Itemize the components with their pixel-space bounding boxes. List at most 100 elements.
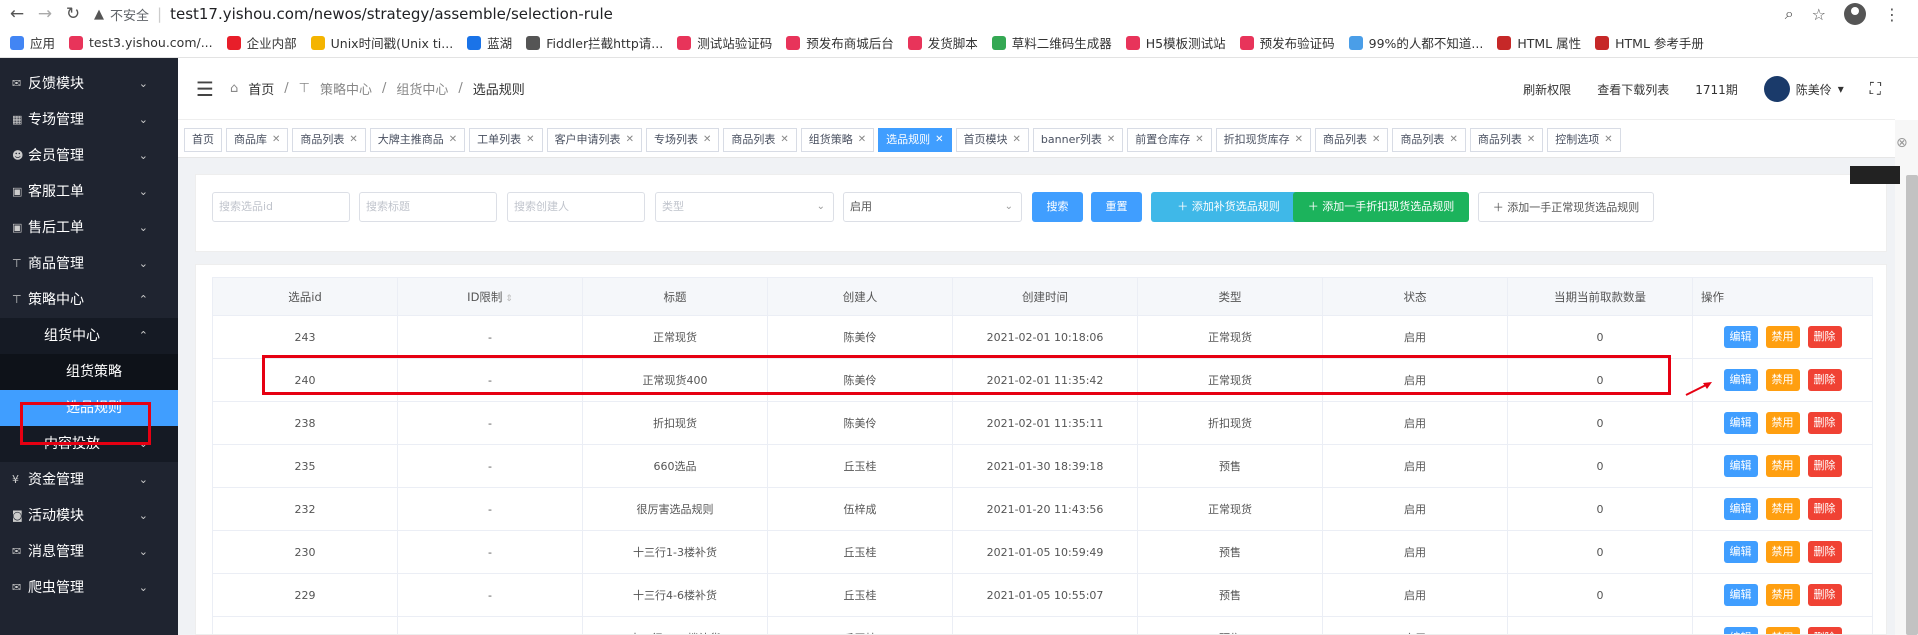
sidebar-item-assemble[interactable]: 组货中心 ⌃	[0, 318, 178, 354]
tab-item[interactable]: 商品列表 ✕	[1315, 127, 1389, 152]
profile-icon[interactable]	[1844, 3, 1866, 25]
bookmark-item[interactable]: 应用	[10, 33, 55, 52]
tab-item[interactable]: banner列表 ✕	[1032, 127, 1124, 152]
type-select[interactable]: 类型 ⌄	[655, 192, 834, 222]
bookmark-item[interactable]: 预发布商城后台	[786, 33, 894, 52]
tab-item[interactable]: 选品规则 ✕	[878, 127, 952, 152]
sidebar-item-special[interactable]: ▦ 专场管理 ⌄	[0, 102, 178, 138]
add-normal-rule-button[interactable]: ＋ 添加一手正常现货选品规则	[1478, 192, 1654, 222]
delete-button[interactable]: 删除	[1807, 412, 1842, 434]
column-header[interactable]: ID限制 ⇕	[397, 277, 583, 316]
sidebar-item-strategy[interactable]: ⊤ 策略中心 ⌃	[0, 282, 178, 318]
disable-button[interactable]: 禁用	[1765, 584, 1800, 606]
disable-button[interactable]: 禁用	[1765, 326, 1800, 348]
breadcrumb-assemble[interactable]: 组货中心	[396, 79, 448, 98]
close-icon[interactable]: ✕	[1107, 129, 1115, 151]
close-icon[interactable]: ✕	[1527, 129, 1535, 151]
delete-button[interactable]: 删除	[1807, 455, 1842, 477]
floating-widget[interactable]	[1850, 166, 1900, 184]
bookmark-item[interactable]: test3.yishou.com/...	[69, 35, 213, 50]
disable-button[interactable]: 禁用	[1765, 627, 1800, 634]
delete-button[interactable]: 删除	[1807, 627, 1842, 634]
fullscreen-icon[interactable]: ⛶	[1870, 79, 1881, 99]
close-icon[interactable]: ✕	[349, 129, 357, 151]
disable-button[interactable]: 禁用	[1765, 498, 1800, 520]
bookmark-item[interactable]: 企业内部	[226, 33, 297, 52]
disable-button[interactable]: 禁用	[1765, 541, 1800, 563]
close-icon[interactable]: ✕	[449, 129, 457, 151]
edit-button[interactable]: 编辑	[1723, 455, 1758, 477]
address-bar[interactable]: ▲ 不安全 | test17.yishou.com/newos/strategy…	[94, 3, 613, 25]
delete-button[interactable]: 删除	[1807, 369, 1842, 391]
bookmark-item[interactable]: 草料二维码生成器	[991, 33, 1112, 52]
tab-item[interactable]: 大牌主推商品 ✕	[369, 127, 466, 152]
tab-item[interactable]: 客户申请列表 ✕	[546, 127, 642, 152]
search-button[interactable]: 搜索	[1032, 192, 1083, 222]
sidebar-item-activity[interactable]: ◙ 活动模块 ⌄	[0, 498, 178, 534]
breadcrumb-strategy[interactable]: 策略中心	[320, 79, 372, 98]
title-input[interactable]: 搜索标题	[359, 192, 497, 222]
close-icon[interactable]: ✕	[526, 129, 534, 151]
status-select[interactable]: 启用 ⌄	[843, 192, 1022, 222]
sort-icon[interactable]: ⇕	[502, 294, 513, 304]
delete-button[interactable]: 删除	[1807, 541, 1842, 563]
tab-item[interactable]: 工单列表 ✕	[469, 127, 543, 152]
bookmark-item[interactable]: 预发布验证码	[1239, 33, 1335, 52]
bookmark-item[interactable]: 99%的人都不知道...	[1348, 33, 1483, 52]
sidebar-item-service[interactable]: ▣ 客服工单 ⌄	[0, 174, 178, 210]
creator-input[interactable]: 搜索创建人	[507, 192, 645, 222]
close-icon[interactable]: ✕	[858, 129, 866, 151]
delete-button[interactable]: 删除	[1807, 326, 1842, 348]
bookmark-item[interactable]: Unix时间戳(Unix ti...	[310, 33, 453, 52]
close-icon[interactable]: ✕	[780, 129, 788, 151]
tab-item[interactable]: 商品库 ✕	[226, 127, 289, 152]
bookmark-item[interactable]: H5模板测试站	[1125, 33, 1226, 52]
close-icon[interactable]: ✕	[1372, 129, 1380, 151]
tab-item[interactable]: 商品列表 ✕	[1392, 127, 1466, 152]
edit-button[interactable]: 编辑	[1723, 541, 1758, 563]
tab-item[interactable]: 首页模块 ✕	[955, 127, 1029, 152]
bookmark-item[interactable]: Fiddler拦截http请...	[526, 33, 663, 52]
tab-item[interactable]: 前置仓库存 ✕	[1127, 127, 1212, 152]
menu-icon[interactable]: ⋮	[1884, 5, 1900, 24]
edit-button[interactable]: 编辑	[1723, 326, 1758, 348]
tab-item[interactable]: 专场列表 ✕	[645, 127, 720, 152]
sidebar-item-assemble-strategy[interactable]: 组货策略	[0, 354, 178, 390]
edit-button[interactable]: 编辑	[1723, 627, 1758, 634]
selection-id-input[interactable]: 搜索选品id	[212, 192, 350, 222]
back-icon[interactable]: ←	[6, 4, 28, 24]
page-scrollbar-thumb[interactable]	[1906, 175, 1918, 635]
star-icon[interactable]: ☆	[1812, 5, 1826, 24]
refresh-permission-link[interactable]: 刷新权限	[1523, 81, 1571, 98]
delete-button[interactable]: 删除	[1807, 498, 1842, 520]
disable-button[interactable]: 禁用	[1765, 369, 1800, 391]
reset-button[interactable]: 重置	[1091, 192, 1142, 222]
close-circle-icon[interactable]: ⊗	[1896, 135, 1908, 151]
delete-button[interactable]: 删除	[1807, 584, 1842, 606]
close-icon[interactable]: ✕	[935, 129, 943, 151]
edit-button[interactable]: 编辑	[1723, 369, 1758, 391]
forward-icon[interactable]: →	[34, 4, 56, 24]
close-icon[interactable]: ✕	[1449, 129, 1457, 151]
close-icon[interactable]: ✕	[1604, 129, 1612, 151]
disable-button[interactable]: 禁用	[1765, 412, 1800, 434]
zoom-icon[interactable]: ⌕	[1785, 4, 1794, 24]
tab-item[interactable]: 组货策略 ✕	[800, 127, 875, 152]
download-list-link[interactable]: 查看下载列表	[1597, 81, 1669, 98]
edit-button[interactable]: 编辑	[1723, 584, 1758, 606]
hamburger-icon[interactable]: ☰	[196, 77, 214, 101]
edit-button[interactable]: 编辑	[1723, 412, 1758, 434]
close-icon[interactable]: ✕	[1295, 129, 1303, 151]
sidebar-item-goods[interactable]: ⊤ 商品管理 ⌄	[0, 246, 178, 282]
close-icon[interactable]: ✕	[703, 129, 711, 151]
user-menu[interactable]: 陈美伶 ▾	[1763, 76, 1844, 102]
sidebar-item-funds[interactable]: ¥ 资金管理 ⌄	[0, 462, 178, 498]
bookmark-item[interactable]: HTML 参考手册	[1595, 33, 1704, 52]
add-discount-rule-button[interactable]: ＋ 添加一手折扣现货选品规则	[1293, 192, 1469, 222]
sidebar-item-message[interactable]: ✉ 消息管理 ⌄	[0, 534, 178, 570]
reload-icon[interactable]: ↻	[62, 4, 84, 24]
disable-button[interactable]: 禁用	[1765, 455, 1800, 477]
add-restock-rule-button[interactable]: ＋ 添加补货选品规则	[1151, 192, 1306, 222]
sidebar-item-members[interactable]: ☻ 会员管理 ⌄	[0, 138, 178, 174]
close-icon[interactable]: ✕	[1013, 129, 1021, 151]
